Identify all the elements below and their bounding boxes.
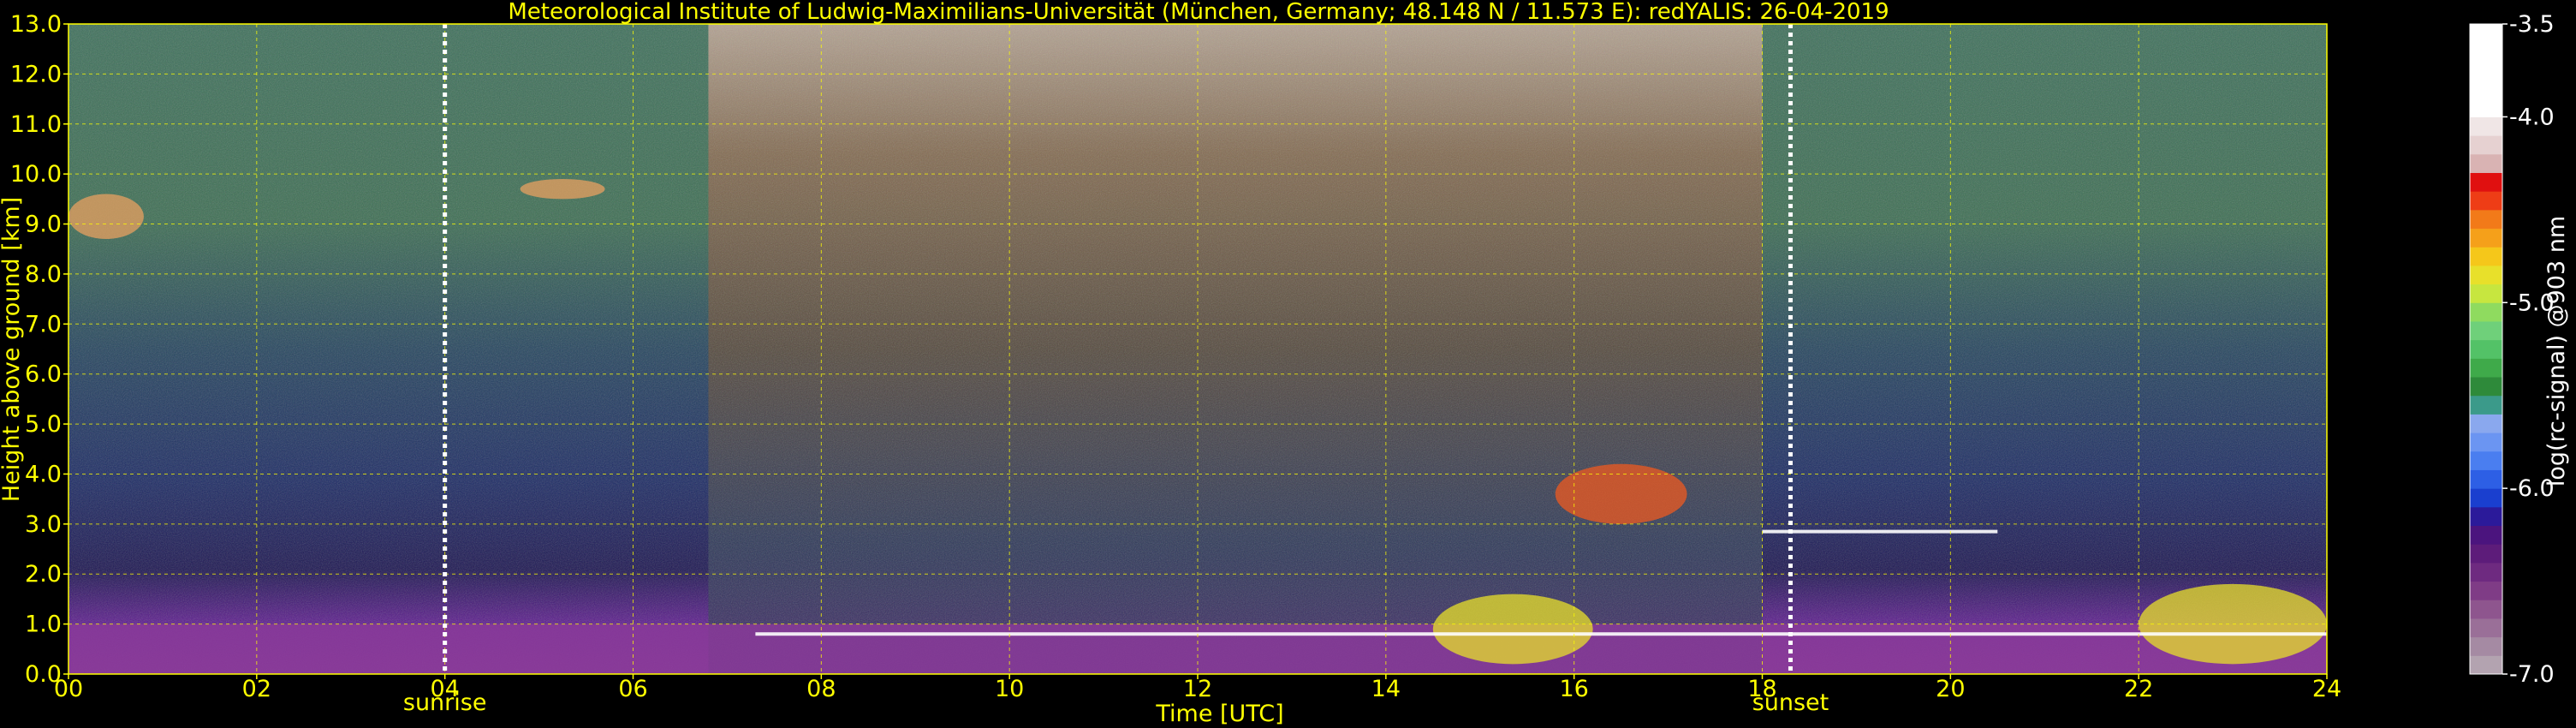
x-tick-label: 12 [1183, 676, 1212, 702]
colorbar-segment [2470, 190, 2502, 211]
feature-low-cloud [1432, 594, 1593, 665]
x-tick-label: 22 [2124, 676, 2153, 702]
y-tick-label: 7.0 [25, 311, 62, 337]
y-tick-label: 10.0 [10, 161, 62, 188]
y-axis-label: Height above ground [km] [0, 197, 25, 502]
colorbar-segment [2470, 283, 2502, 303]
x-tick-label: 16 [1559, 676, 1588, 702]
colorbar-segment [2470, 301, 2502, 322]
colorbar-segment [2470, 599, 2502, 619]
y-tick-label: 2.0 [25, 561, 62, 588]
y-tick-label: 4.0 [25, 461, 62, 487]
colorbar-segment [2470, 116, 2502, 136]
x-axis-label: Time [UTC] [1155, 701, 1283, 727]
colorbar-segment [2470, 23, 2502, 44]
x-tick-label: 06 [618, 676, 647, 702]
colorbar-segment [2470, 618, 2502, 638]
x-tick-label: 18 [1747, 676, 1776, 702]
colorbar-segment [2470, 543, 2502, 564]
colorbar-segment [2470, 98, 2502, 117]
y-tick-label: 8.0 [25, 261, 62, 288]
colorbar-segment [2470, 42, 2502, 62]
x-tick-label: 10 [995, 676, 1024, 702]
colorbar-segment [2470, 468, 2502, 489]
colorbar-tick-label: -4.0 [2509, 104, 2555, 130]
y-tick-label: 1.0 [25, 612, 62, 638]
colorbar-segment [2470, 228, 2502, 248]
x-tick-label: 14 [1371, 676, 1401, 702]
colorbar-segment [2470, 79, 2502, 99]
x-tick-label: 20 [1936, 676, 1965, 702]
colorbar-segment [2470, 562, 2502, 582]
colorbar: -3.5-4.0-5.0-6.0-7.0 [2469, 11, 2555, 688]
y-tick-label: 11.0 [10, 111, 62, 138]
colorbar-tick-label: -7.0 [2509, 661, 2555, 688]
colorbar-tick-label: -3.5 [2509, 11, 2555, 38]
y-tick-label: 12.0 [10, 61, 62, 87]
colorbar-segment [2470, 339, 2502, 359]
x-tick-label: 04 [430, 676, 459, 702]
feature-cirrus [68, 194, 144, 240]
chart-title: Meteorological Institute of Ludwig-Maxim… [508, 0, 1889, 25]
colorbar-segment [2470, 265, 2502, 285]
colorbar-segment [2470, 636, 2502, 656]
colorbar-segment [2470, 246, 2502, 266]
colorbar-segment [2470, 153, 2502, 173]
colorbar-segment [2470, 413, 2502, 433]
colorbar-segment [2470, 654, 2502, 675]
y-tick-label: 9.0 [25, 212, 62, 238]
colorbar-segment [2470, 357, 2502, 378]
x-tick-label: 02 [242, 676, 271, 702]
x-tick-label: 24 [2312, 676, 2341, 702]
colorbar-segment [2470, 451, 2502, 470]
colorbar-segment [2470, 320, 2502, 341]
colorbar-segment [2470, 60, 2502, 81]
colorbar-segment [2470, 395, 2502, 415]
y-tick-label: 3.0 [25, 511, 62, 538]
lidar-chart: sunrise sunset 0.01.02.03.04.05.06.07.08.… [0, 0, 2570, 727]
feature-cloud-layer [1555, 463, 1687, 524]
x-tick-label: 00 [54, 676, 83, 702]
colorbar-segment [2470, 487, 2502, 508]
colorbar-segment [2470, 376, 2502, 397]
colorbar-segment [2470, 209, 2502, 230]
colorbar-segment [2470, 581, 2502, 600]
y-tick-label: 13.0 [10, 11, 62, 38]
x-tick-label: 08 [806, 676, 836, 702]
colorbar-label: log(rc-signal) @903 nm [2543, 216, 2570, 486]
colorbar-segment [2470, 525, 2502, 545]
colorbar-segment [2470, 432, 2502, 452]
y-tick-label: 6.0 [25, 361, 62, 388]
colorbar-segment [2470, 171, 2502, 192]
colorbar-segment [2470, 506, 2502, 527]
feature-cirrus [520, 178, 605, 200]
colorbar-segment [2470, 134, 2502, 155]
y-tick-label: 5.0 [25, 411, 62, 438]
